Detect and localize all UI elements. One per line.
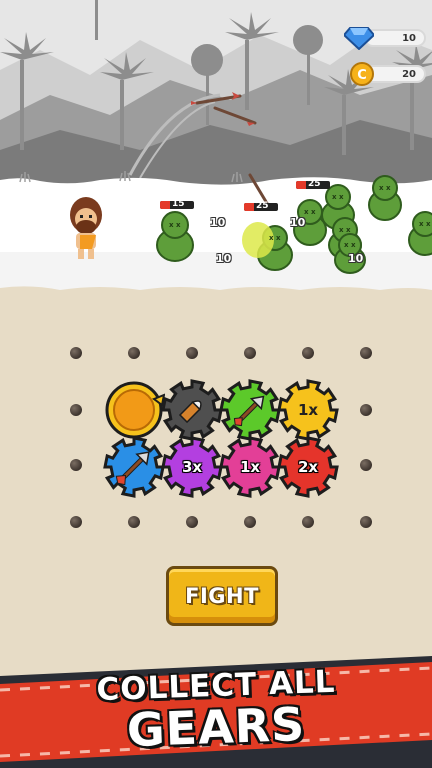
empty-peg[interactable] (70, 459, 82, 471)
empty-peg[interactable] (360, 516, 372, 528)
empty-peg[interactable] (360, 459, 372, 471)
enemy-hp-bar: 25 (296, 179, 330, 189)
empty-peg[interactable] (244, 516, 256, 528)
empty-peg[interactable] (128, 516, 140, 528)
damage-number: 10 (348, 252, 364, 265)
gear-1x-yellow[interactable]: 1x (277, 379, 339, 441)
gem-icon (344, 27, 374, 50)
gear-arrow-green[interactable] (219, 379, 281, 441)
svg-text:x x: x x (339, 226, 351, 234)
empty-peg[interactable] (186, 516, 198, 528)
arrow-gear-icon (103, 436, 165, 498)
damage-number: 10 (216, 252, 232, 265)
gem-counter: 10 (344, 26, 426, 50)
gear-multiplier-label: 1x (239, 458, 261, 476)
enemy-hp-value: 25 (308, 179, 321, 189)
empty-peg[interactable] (360, 404, 372, 416)
empty-peg[interactable] (70, 516, 82, 528)
gear-bullet[interactable] (161, 379, 223, 441)
empty-peg[interactable] (70, 404, 82, 416)
fight-button[interactable]: FIGHT (166, 566, 278, 626)
coin-icon: C (350, 62, 374, 86)
empty-peg[interactable] (302, 516, 314, 528)
damage-number: 10 (290, 216, 306, 229)
empty-peg[interactable] (128, 347, 140, 359)
battle-scene: x x x x x x x x x x x x x x x x 15 25 25… (0, 0, 432, 296)
gear-3x[interactable]: 3x (161, 436, 223, 498)
gear-2x[interactable]: 2x (277, 436, 339, 498)
empty-peg[interactable] (70, 347, 82, 359)
empty-peg[interactable] (244, 347, 256, 359)
enemy-hp-value: 15 (172, 199, 185, 209)
svg-text:x x: x x (332, 193, 344, 201)
coin-counter: C 20 (350, 62, 426, 86)
enemy-hp-value: 25 (256, 201, 269, 211)
arrow-gear-icon (219, 379, 281, 441)
empty-peg[interactable] (302, 347, 314, 359)
svg-text:x x: x x (419, 220, 431, 228)
gear-gold-coin[interactable] (103, 379, 165, 441)
svg-text:x x: x x (379, 184, 391, 192)
svg-text:x x: x x (344, 241, 356, 249)
bullet-gear-icon (161, 379, 223, 441)
empty-peg[interactable] (186, 347, 198, 359)
svg-text:x x: x x (169, 221, 181, 229)
svg-text:C: C (357, 68, 367, 83)
empty-peg[interactable] (360, 347, 372, 359)
damage-number: 10 (210, 216, 226, 229)
gear-multiplier-label: 1x (297, 401, 319, 419)
svg-text:x x: x x (269, 234, 281, 242)
enemy-hp-bar: 15 (160, 199, 194, 209)
svg-text:x x: x x (304, 208, 316, 216)
enemy-hp-bar: 25 (244, 201, 278, 211)
gold-gear-icon (105, 381, 165, 439)
gear-multiplier-label: 2x (297, 458, 319, 476)
gear-arrow-blue[interactable] (103, 436, 165, 498)
gear-1x-pink[interactable]: 1x (219, 436, 281, 498)
gear-multiplier-label: 3x (181, 458, 203, 476)
